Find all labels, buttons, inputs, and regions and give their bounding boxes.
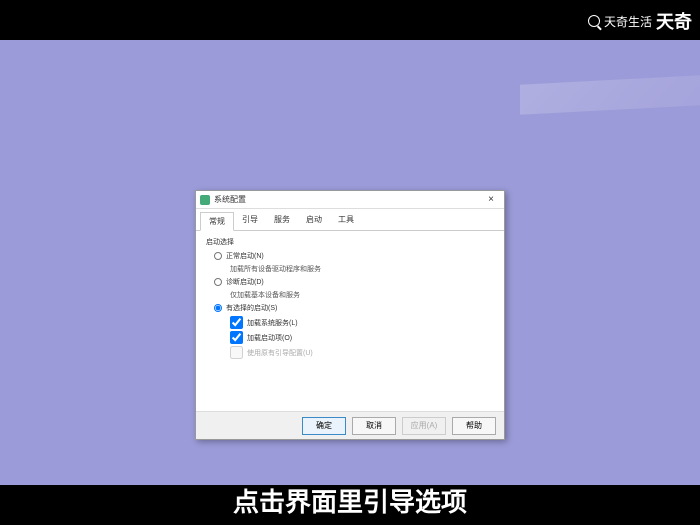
titlebar: 系统配置 ×: [196, 191, 504, 209]
tab-boot[interactable]: 引导: [234, 211, 266, 230]
dialog-footer: 确定 取消 应用(A) 帮助: [196, 411, 504, 439]
close-button[interactable]: ×: [482, 194, 500, 205]
chk-load-services-label: 加载系统服务(L): [247, 318, 298, 328]
chk-load-startup-input[interactable]: [230, 331, 243, 344]
tab-services[interactable]: 服务: [266, 211, 298, 230]
watermark-brand: 天奇生活: [604, 13, 652, 30]
dialog-title: 系统配置: [214, 194, 482, 205]
system-config-dialog: 系统配置 × 常规 引导 服务 启动 工具 启动选择 正常启动(N) 加载所有设…: [195, 190, 505, 440]
radio-diag-input[interactable]: [214, 278, 222, 286]
app-icon: [200, 195, 210, 205]
chk-use-original: 使用原有引导配置(U): [230, 346, 494, 359]
radio-select[interactable]: 有选择的启动(S): [214, 303, 494, 313]
radio-normal-input[interactable]: [214, 252, 222, 260]
chk-load-services[interactable]: 加载系统服务(L): [230, 316, 494, 329]
group-title: 启动选择: [206, 237, 494, 247]
chk-use-original-label: 使用原有引导配置(U): [247, 348, 313, 358]
watermark-brand-big: 天奇: [656, 8, 692, 34]
chk-load-startup-label: 加载启动项(O): [247, 333, 292, 343]
tab-startup[interactable]: 启动: [298, 211, 330, 230]
ok-button[interactable]: 确定: [302, 417, 346, 435]
chk-load-services-input[interactable]: [230, 316, 243, 329]
help-button[interactable]: 帮助: [452, 417, 496, 435]
radio-select-input[interactable]: [214, 304, 222, 312]
watermark: 天奇生活 天奇: [588, 8, 692, 34]
cancel-button[interactable]: 取消: [352, 417, 396, 435]
radio-normal-desc: 加载所有设备驱动程序和服务: [230, 264, 494, 274]
radio-diag[interactable]: 诊断启动(D): [214, 277, 494, 287]
desktop-background: 系统配置 × 常规 引导 服务 启动 工具 启动选择 正常启动(N) 加载所有设…: [0, 40, 700, 485]
radio-normal-label: 正常启动(N): [226, 251, 494, 261]
radio-normal[interactable]: 正常启动(N): [214, 251, 494, 261]
tab-general[interactable]: 常规: [200, 212, 234, 231]
tab-content: 启动选择 正常启动(N) 加载所有设备驱动程序和服务 诊断启动(D) 仅加载基本…: [196, 231, 504, 411]
tab-tools[interactable]: 工具: [330, 211, 362, 230]
radio-diag-label: 诊断启动(D): [226, 277, 494, 287]
tab-strip: 常规 引导 服务 启动 工具: [196, 209, 504, 231]
chk-load-startup[interactable]: 加载启动项(O): [230, 331, 494, 344]
radio-diag-desc: 仅加载基本设备和服务: [230, 290, 494, 300]
subtitle-text: 点击界面里引导选项: [233, 482, 467, 519]
search-icon: [588, 15, 600, 27]
radio-select-label: 有选择的启动(S): [226, 303, 494, 313]
chk-use-original-input: [230, 346, 243, 359]
desktop-decor: [520, 75, 700, 114]
apply-button: 应用(A): [402, 417, 446, 435]
